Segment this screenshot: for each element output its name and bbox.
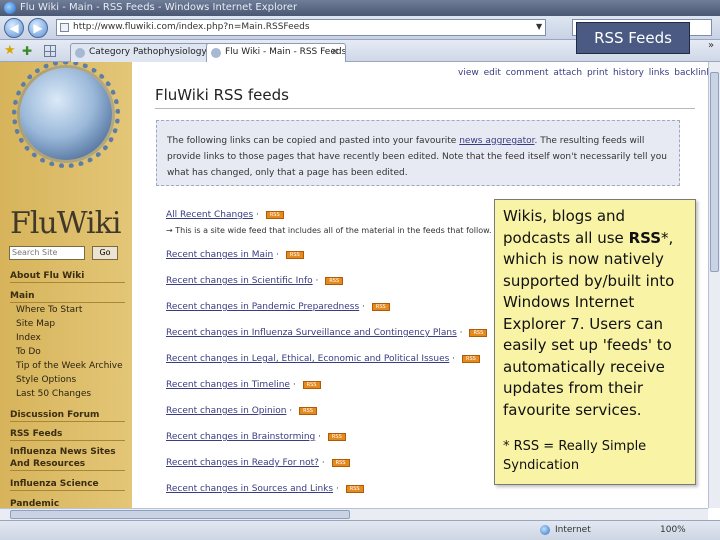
site-search-go-button[interactable]: Go [92, 246, 118, 260]
feed-link-surveillance[interactable]: Recent changes in Influenza Surveillance… [166, 328, 457, 338]
feed-row: Recent changes in Sources and Links · RS… [166, 484, 364, 494]
feed-row: Recent changes in Main · RSS [166, 250, 304, 260]
rss-badge-icon[interactable]: RSS [331, 458, 350, 467]
feed-link-sources-links[interactable]: Recent changes in Sources and Links [166, 484, 333, 494]
rss-badge-icon[interactable]: RSS [299, 406, 318, 415]
site-search-input[interactable]: Search Site [9, 246, 85, 260]
feed-row: Recent changes in Scientific Info · RSS [166, 276, 344, 286]
sidebar-link-tip-archive[interactable]: Tip of the Week Archive [16, 361, 123, 372]
feed-link-pandemic-preparedness[interactable]: Recent changes in Pandemic Preparedness [166, 302, 359, 312]
tab-label: Category Pathophysiology - Wikm [89, 47, 209, 57]
close-tab-icon[interactable]: ✕ [331, 44, 339, 61]
feed-row: Recent changes in Timeline · RSS [166, 380, 321, 390]
callout-rss: RSS [628, 228, 662, 247]
feed-row: Recent changes in Ready For not? · RSS [166, 458, 350, 468]
sidebar-news-sites[interactable]: Influenza News Sites And Resources [10, 446, 125, 471]
more-chevron-icon[interactable]: » [708, 40, 714, 51]
rss-badge-icon[interactable]: RSS [302, 380, 321, 389]
rss-badge-icon[interactable]: RSS [461, 354, 480, 363]
horizontal-scrollbar[interactable] [0, 508, 708, 520]
title-divider [155, 108, 695, 109]
callout-text: Wikis, blogs and podcasts all use RSS*, … [503, 206, 687, 421]
window-title: Flu Wiki - Main - RSS Feeds - Windows In… [20, 2, 298, 13]
rss-badge-icon[interactable]: RSS [265, 210, 284, 219]
virus-logo-icon [12, 62, 120, 168]
feed-row: Recent changes in Opinion · RSS [166, 406, 318, 416]
sidebar: FluWiki Search Site Go About Flu Wiki Ma… [0, 62, 132, 508]
callout-text-end: *, which is now natively supported by/bu… [503, 228, 675, 419]
feed-link-ready-or-not[interactable]: Recent changes in Ready For not? [166, 458, 319, 468]
sidebar-link-style-options[interactable]: Style Options [16, 375, 76, 386]
page-action-links[interactable]: view edit comment attach print history l… [458, 68, 708, 78]
feed-link-main[interactable]: Recent changes in Main [166, 250, 273, 260]
news-aggregator-link[interactable]: news aggregator [459, 136, 534, 146]
feed-link-all-recent[interactable]: All Recent Changes [166, 210, 253, 220]
security-zone: Internet [540, 521, 591, 539]
logo-area: FluWiki [0, 62, 132, 242]
feed-row: Recent changes in Pandemic Preparedness … [166, 302, 390, 312]
add-favorite-icon[interactable]: ✚ [22, 44, 36, 58]
sidebar-discussion-forum[interactable]: Discussion Forum [10, 409, 125, 422]
quick-tabs-icon[interactable] [44, 45, 56, 57]
globe-icon [540, 524, 550, 535]
page-icon [60, 23, 69, 32]
rss-badge-icon[interactable]: RSS [285, 250, 304, 259]
url-text: http://www.fluwiki.com/index.php?n=Main.… [73, 22, 310, 32]
window-title-bar: Flu Wiki - Main - RSS Feeds - Windows In… [0, 0, 720, 16]
feed-link-brainstorming[interactable]: Recent changes in Brainstorming [166, 432, 315, 442]
url-dropdown-icon[interactable]: ▼ [536, 22, 542, 31]
rss-badge-icon[interactable]: RSS [325, 276, 344, 285]
feed-link-legal-ethical[interactable]: Recent changes in Legal, Ethical, Econom… [166, 354, 449, 364]
sidebar-link-site-map[interactable]: Site Map [16, 319, 55, 330]
feed-link-opinion[interactable]: Recent changes in Opinion [166, 406, 286, 416]
ie-logo-icon [4, 2, 16, 14]
sidebar-link-last-50[interactable]: Last 50 Changes [16, 389, 91, 400]
tab-category-pathophysiology[interactable]: Category Pathophysiology - Wikm [70, 43, 210, 62]
sidebar-pandemic-preparedness[interactable]: Pandemic Preparedness [10, 498, 125, 508]
sidebar-link-to-do[interactable]: To Do [16, 347, 41, 358]
feed-row: Recent changes in Influenza Surveillance… [166, 328, 488, 338]
rss-badge-icon[interactable]: RSS [345, 484, 364, 493]
site-logo[interactable]: FluWiki [10, 206, 121, 241]
sidebar-link-where-to-start[interactable]: Where To Start [16, 305, 82, 316]
tab-favicon-icon [211, 48, 221, 58]
sidebar-link-index[interactable]: Index [16, 333, 41, 344]
callout-box: Wikis, blogs and podcasts all use RSS*, … [494, 199, 696, 485]
favorites-star-icon[interactable]: ★ [4, 44, 18, 58]
sidebar-rss-feeds[interactable]: RSS Feeds [10, 428, 125, 441]
url-input[interactable]: http://www.fluwiki.com/index.php?n=Main.… [56, 19, 546, 36]
back-button[interactable]: ◀ [4, 18, 24, 38]
rss-badge-icon[interactable]: RSS [371, 302, 390, 311]
vertical-scroll-thumb[interactable] [710, 72, 719, 272]
sidebar-main[interactable]: Main [10, 290, 125, 303]
feed-link-scientific-info[interactable]: Recent changes in Scientific Info [166, 276, 313, 286]
callout-text-start: Wikis, blogs and podcasts all use [503, 207, 629, 247]
feed-row: All Recent Changes · RSS [166, 210, 284, 220]
tab-label: Flu Wiki - Main - RSS Feeds [225, 47, 346, 57]
rss-badge-icon[interactable]: RSS [327, 432, 346, 441]
feed-link-timeline[interactable]: Recent changes in Timeline [166, 380, 290, 390]
forward-button[interactable]: ▶ [28, 18, 48, 38]
sidebar-influenza-science[interactable]: Influenza Science [10, 478, 125, 491]
intro-text-start: The following links can be copied and pa… [167, 136, 460, 146]
tab-rss-feeds[interactable]: Flu Wiki - Main - RSS Feeds ✕ [206, 43, 346, 62]
vertical-scrollbar[interactable] [708, 62, 720, 508]
status-bar: Internet 100% [0, 520, 720, 540]
intro-box: The following links can be copied and pa… [156, 120, 680, 186]
callout-footnote: * RSS = Really Simple Syndication [503, 439, 647, 473]
all-recent-description: → This is a site wide feed that includes… [166, 226, 492, 235]
slide-title: RSS Feeds [576, 22, 690, 54]
zoom-level[interactable]: 100% [660, 521, 686, 539]
sidebar-about[interactable]: About Flu Wiki [10, 270, 125, 283]
feed-row: Recent changes in Brainstorming · RSS [166, 432, 346, 442]
feed-row: Recent changes in Legal, Ethical, Econom… [166, 354, 480, 364]
page-title: FluWiki RSS feeds [155, 86, 289, 104]
tab-favicon-icon [75, 48, 85, 58]
horizontal-scroll-thumb[interactable] [10, 510, 350, 519]
zone-label: Internet [555, 525, 591, 535]
rss-badge-icon[interactable]: RSS [469, 328, 488, 337]
